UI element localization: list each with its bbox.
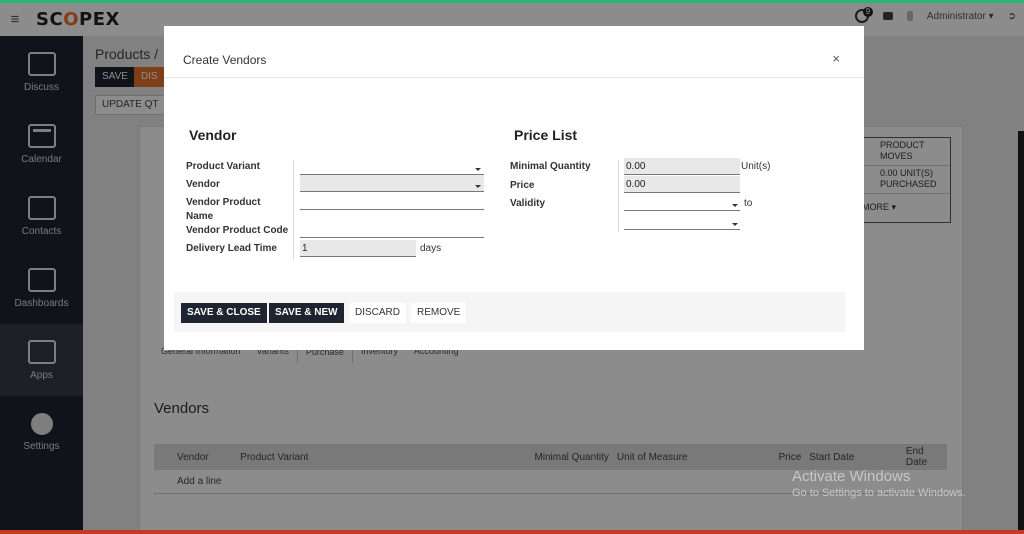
vendor-product-name-label: Vendor Product [186, 197, 261, 208]
top-accent-bar [0, 0, 1024, 3]
dialog-footer: SAVE & CLOSE SAVE & NEW DISCARD REMOVE [174, 292, 845, 332]
vendor-section-title: Vendor [189, 127, 237, 143]
taskbar-strip [0, 530, 1024, 534]
vendor-label: Vendor [186, 179, 220, 190]
dialog-title: Create Vendors [183, 53, 267, 67]
validity-end-date[interactable] [624, 213, 740, 230]
delivery-lead-time-input[interactable]: 1 [300, 240, 416, 257]
vendor-product-code-input[interactable] [300, 221, 484, 238]
product-variant-select[interactable] [300, 158, 484, 175]
close-icon[interactable]: × [832, 51, 840, 66]
discard-dialog-button[interactable]: DISCARD [349, 303, 407, 323]
vendor-select[interactable] [300, 175, 484, 192]
product-variant-label: Product Variant [186, 161, 260, 172]
units-suffix: Unit(s) [741, 161, 771, 172]
remove-button[interactable]: REMOVE [411, 303, 467, 323]
create-vendors-dialog: Create Vendors × Vendor Product Variant … [164, 26, 864, 350]
price-list-section-title: Price List [514, 127, 578, 143]
validity-end-caret-icon [732, 223, 738, 226]
to-suffix: to [744, 198, 753, 209]
dialog-header: Create Vendors × [164, 26, 864, 78]
windows-activation-watermark: Activate Windows Go to Settings to activ… [792, 468, 966, 499]
product-variant-caret-icon [475, 168, 481, 171]
price-label-divider [618, 160, 619, 232]
vendor-label-divider [293, 160, 294, 260]
days-suffix: days [420, 243, 442, 254]
vendor-product-code-label: Vendor Product Code [186, 225, 289, 236]
price-label: Price [510, 180, 535, 191]
save-new-button[interactable]: SAVE & NEW [269, 303, 344, 323]
vendor-product-name-label-2: Name [186, 211, 214, 222]
save-close-button[interactable]: SAVE & CLOSE [181, 303, 267, 323]
price-input[interactable]: 0.00 [624, 176, 740, 193]
vendor-product-name-input[interactable] [300, 193, 484, 210]
vendor-caret-icon [475, 185, 481, 188]
validity-start-caret-icon [732, 204, 738, 207]
validity-start-date[interactable] [624, 194, 740, 211]
minimal-quantity-input[interactable]: 0.00 [624, 158, 740, 175]
minimal-quantity-label: Minimal Quantity [510, 161, 591, 172]
validity-label: Validity [510, 198, 546, 209]
delivery-lead-time-label: Delivery Lead Time [186, 243, 277, 254]
